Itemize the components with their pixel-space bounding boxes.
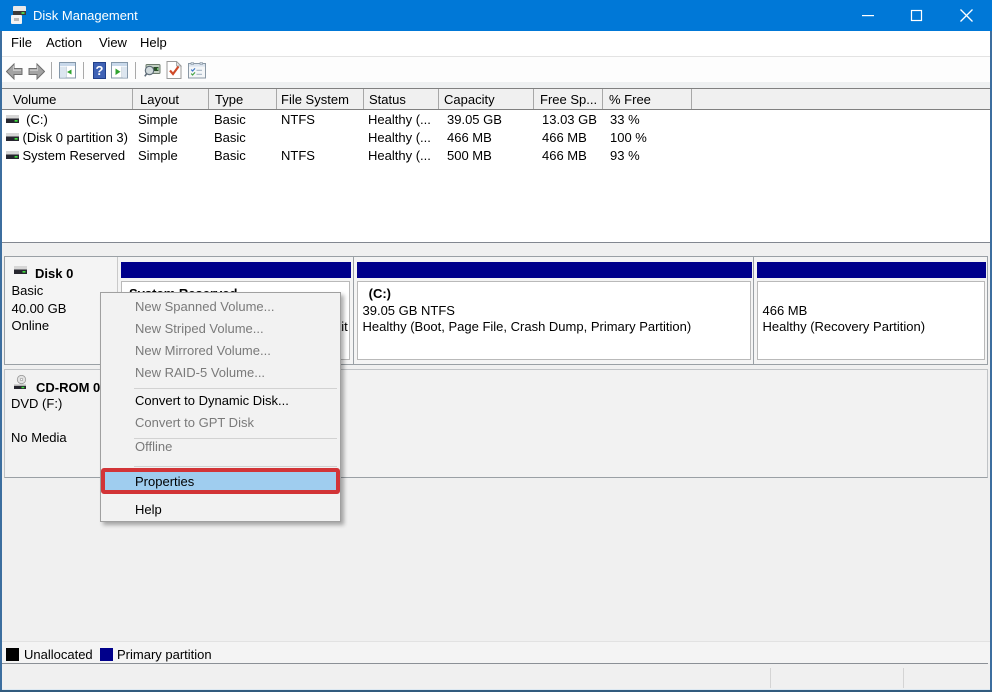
svg-text:?: ? <box>96 63 104 78</box>
